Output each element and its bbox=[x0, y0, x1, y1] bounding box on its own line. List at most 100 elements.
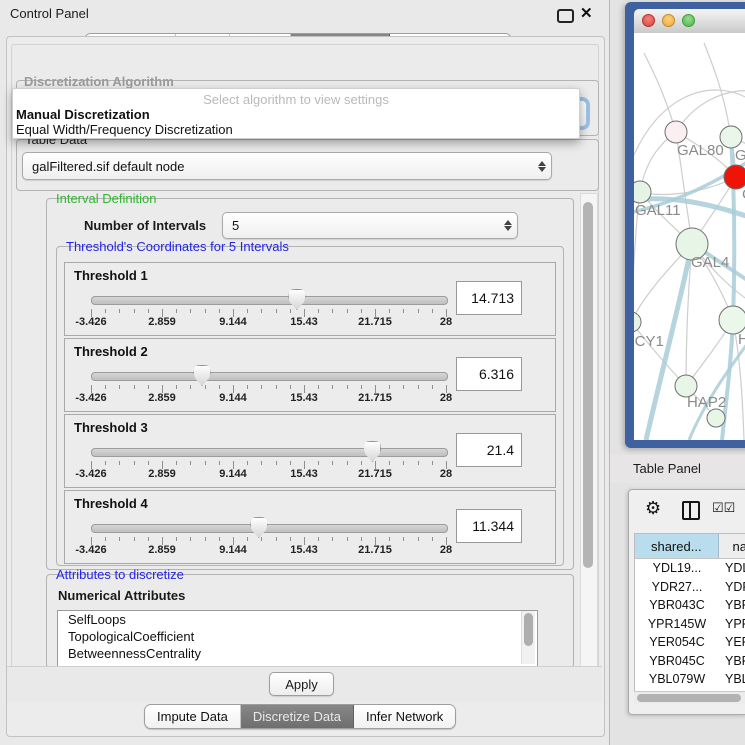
slider-thumb[interactable] bbox=[250, 517, 268, 538]
slider-thumb[interactable] bbox=[363, 441, 381, 462]
cell-shared-name: YPR145W bbox=[635, 617, 719, 631]
table-row[interactable]: YBL079WYBL0 bbox=[635, 670, 745, 689]
tick-label: 9.144 bbox=[219, 316, 247, 328]
algorithm-dropdown-popup: Select algorithm to view settings Manual… bbox=[12, 88, 580, 139]
cell-name: YDR2 bbox=[719, 580, 745, 594]
tick-label: 9.144 bbox=[219, 544, 247, 556]
tick-label: 15.43 bbox=[290, 316, 318, 328]
table-row[interactable]: YDR27...YDR2 bbox=[635, 578, 745, 597]
threshold-panel-2: Threshold 2-3.4262.8599.14415.4321.71528… bbox=[64, 338, 556, 412]
column-header-shared-name[interactable]: shared... bbox=[635, 534, 719, 558]
stepper-icon bbox=[499, 213, 517, 238]
slider-tick-labels: -3.4262.8599.14415.4321.71528 bbox=[91, 544, 447, 558]
slider-track[interactable] bbox=[91, 524, 448, 533]
traffic-light-close-icon[interactable] bbox=[642, 14, 655, 27]
table-row[interactable]: YDL19...YDL1 bbox=[635, 559, 745, 578]
scrollbar-thumb[interactable] bbox=[524, 613, 533, 646]
select-columns-icon[interactable]: ☑☑ bbox=[712, 500, 735, 516]
tab-label: Discretize Data bbox=[253, 709, 341, 724]
tick-label: -3.426 bbox=[75, 468, 106, 480]
table-data-combobox[interactable]: galFiltered.sif default node bbox=[22, 152, 552, 180]
cell-name: YER0 bbox=[719, 635, 745, 649]
node-label: GAL11 bbox=[635, 202, 681, 219]
network-edge[interactable] bbox=[644, 53, 676, 132]
cell-name: YDL1 bbox=[719, 561, 745, 575]
settings-vertical-scrollbar[interactable] bbox=[580, 193, 598, 670]
number-of-intervals-combobox[interactable]: 5 bbox=[222, 212, 518, 239]
scrollbar-thumb[interactable] bbox=[637, 694, 741, 702]
network-node-h[interactable] bbox=[719, 306, 745, 334]
table-row[interactable]: YBR043CYBR0 bbox=[635, 596, 745, 615]
tab-infer-network[interactable]: Infer Network bbox=[354, 705, 455, 728]
network-node-gcy1[interactable] bbox=[634, 312, 641, 332]
slider-tick-labels: -3.4262.8599.14415.4321.71528 bbox=[91, 468, 447, 482]
tab-impute-data[interactable]: Impute Data bbox=[145, 705, 241, 728]
threshold-value-field[interactable]: 11.344 bbox=[456, 509, 522, 543]
table-row[interactable]: YPR145WYPR1 bbox=[635, 615, 745, 634]
dropdown-option-manual-discretization[interactable]: Manual Discretization bbox=[15, 107, 576, 122]
tab-discretize-data[interactable]: Discretize Data bbox=[241, 705, 354, 728]
apply-strip: Apply bbox=[7, 666, 602, 702]
network-node[interactable] bbox=[707, 409, 725, 427]
tick-label: 21.715 bbox=[358, 316, 392, 328]
cell-name: YBR0 bbox=[719, 598, 745, 612]
tick-label: 2.859 bbox=[148, 468, 176, 480]
window-title: Control Panel bbox=[10, 6, 89, 21]
tick-label: 2.859 bbox=[148, 544, 176, 556]
split-columns-icon[interactable] bbox=[682, 501, 700, 520]
threshold-value-field[interactable]: 6.316 bbox=[456, 357, 522, 391]
tick-label: 15.43 bbox=[290, 468, 318, 480]
node-label: GCY1 bbox=[634, 333, 664, 350]
tick-label: -3.426 bbox=[75, 316, 106, 328]
network-node-gal80[interactable] bbox=[665, 121, 687, 143]
cell-shared-name: YDL19... bbox=[635, 561, 719, 575]
table-horizontal-scrollbar[interactable] bbox=[634, 691, 745, 704]
table-row[interactable]: YBR045CYBR0 bbox=[635, 652, 745, 671]
scrollbar-thumb[interactable] bbox=[583, 202, 593, 568]
table-panel-window: ⚙ ☑☑ shared... na YDL19...YDL1YDR27...YD… bbox=[628, 489, 745, 715]
network-edge[interactable] bbox=[640, 177, 736, 194]
dropdown-prompt-item[interactable]: Select algorithm to view settings bbox=[13, 92, 579, 107]
node-label: GAL80 bbox=[677, 142, 724, 159]
discretization-algorithm-title: Discretization Algorithm bbox=[21, 74, 177, 89]
slider-track[interactable] bbox=[91, 448, 448, 457]
threshold-label: Threshold 1 bbox=[74, 268, 148, 283]
threshold-value-field[interactable]: 21.4 bbox=[456, 433, 522, 467]
tick-label: 9.144 bbox=[219, 392, 247, 404]
network-canvas[interactable]: GAL80GACGAL11GAL4GCY1HHAP2 bbox=[634, 33, 745, 440]
traffic-light-zoom-icon[interactable] bbox=[682, 14, 695, 27]
close-icon[interactable]: ✕ bbox=[580, 4, 593, 22]
node-label: GA bbox=[735, 147, 745, 164]
stepper-icon bbox=[533, 153, 551, 179]
attribute-list-item[interactable]: SelfLoops bbox=[58, 611, 537, 628]
column-header-name[interactable]: na bbox=[719, 534, 745, 558]
numerical-attributes-list[interactable]: SelfLoopsTopologicalCoefficientBetweenne… bbox=[57, 610, 538, 667]
network-node-gal11[interactable] bbox=[634, 181, 651, 203]
table-row[interactable]: YER054CYER0 bbox=[635, 633, 745, 652]
slider-thumb[interactable] bbox=[193, 365, 211, 386]
tick-label: 2.859 bbox=[148, 316, 176, 328]
traffic-light-minimize-icon[interactable] bbox=[662, 14, 675, 27]
slider-thumb[interactable] bbox=[288, 289, 306, 310]
float-window-icon[interactable] bbox=[557, 9, 574, 23]
network-node-ga[interactable] bbox=[720, 126, 742, 148]
thresholds-group-title: Threshold's Coordinates for 5 Intervals bbox=[63, 239, 292, 254]
tick-label: 2.859 bbox=[148, 392, 176, 404]
slider-track[interactable] bbox=[91, 372, 448, 381]
slider-track[interactable] bbox=[91, 296, 448, 305]
dropdown-option-equal-width-frequency[interactable]: Equal Width/Frequency Discretization bbox=[15, 122, 576, 137]
threshold-label: Threshold 3 bbox=[74, 420, 148, 435]
tick-label: -3.426 bbox=[75, 544, 106, 556]
attribute-list-item[interactable]: BetweennessCentrality bbox=[58, 645, 537, 662]
threshold-panel-3: Threshold 3 -3.4262.8599.14415.4321.71528… bbox=[64, 414, 556, 488]
apply-button[interactable]: Apply bbox=[269, 672, 334, 696]
attribute-list-item[interactable]: TopologicalCoefficient bbox=[58, 628, 537, 645]
tick-label: 28 bbox=[440, 544, 452, 556]
tab-label: Infer Network bbox=[366, 709, 443, 724]
cell-name: YBR0 bbox=[719, 654, 745, 668]
tick-label: -3.426 bbox=[75, 392, 106, 404]
table-body: YDL19...YDL1YDR27...YDR2YBR043CYBR0YPR14… bbox=[635, 559, 745, 692]
gear-icon[interactable]: ⚙ bbox=[645, 498, 661, 519]
attributes-list-scrollbar[interactable] bbox=[521, 611, 535, 664]
threshold-value-field[interactable]: 14.713 bbox=[456, 281, 522, 315]
